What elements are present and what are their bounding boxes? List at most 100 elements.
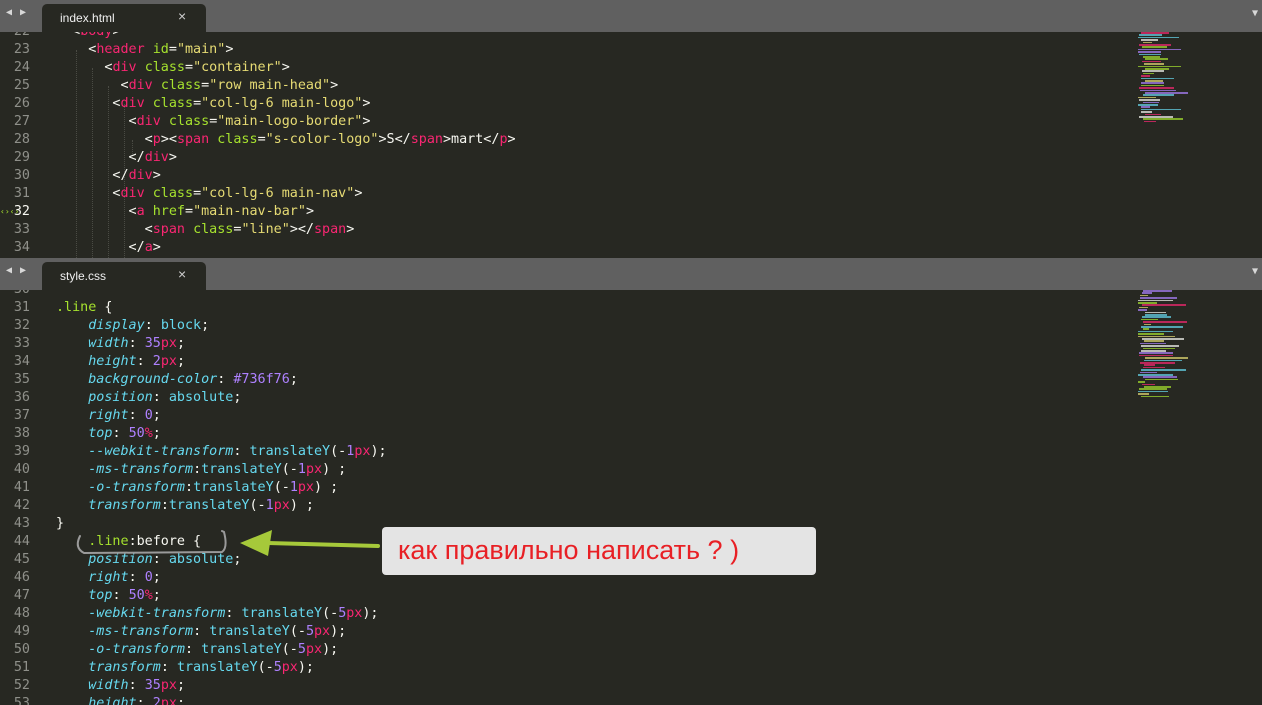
- code-line[interactable]: transform: translateY(-5px);: [56, 659, 314, 677]
- minimap-line: [1138, 335, 1175, 338]
- code-line[interactable]: right: 0;: [56, 569, 161, 587]
- tab-menu-chevron-down-icon[interactable]: ▼: [1252, 266, 1258, 277]
- code-line[interactable]: .line {: [56, 299, 112, 317]
- minimap-line: [1139, 53, 1161, 56]
- code-line[interactable]: </div>: [56, 167, 160, 185]
- annotation-text: как правильно написать ? ): [398, 535, 740, 565]
- minimap-line: [1142, 70, 1164, 72]
- code-line[interactable]: <div class="container">: [56, 59, 289, 77]
- minimap-line: [1138, 333, 1164, 335]
- code-line[interactable]: -ms-transform:translateY(-1px) ;: [56, 461, 346, 479]
- code-line[interactable]: <div class="col-lg-6 main-nav">: [56, 185, 362, 203]
- code-line[interactable]: top: 50%;: [56, 425, 161, 443]
- code-line[interactable]: <a href="main-nav-bar">: [56, 203, 314, 221]
- code-line[interactable]: -o-transform:translateY(-1px) ;: [56, 479, 338, 497]
- code-line[interactable]: </div>: [56, 149, 177, 167]
- code-line[interactable]: width: 35px;: [56, 677, 185, 695]
- tab-label: style.css: [60, 269, 107, 283]
- code-line[interactable]: width: 35px;: [56, 335, 185, 353]
- minimap[interactable]: [1136, 290, 1256, 398]
- code-line[interactable]: position: absolute;: [56, 389, 241, 407]
- minimap-line: [1143, 347, 1175, 350]
- tab-close-icon[interactable]: ×: [178, 266, 186, 282]
- line-number: 23: [13, 42, 30, 57]
- code-line[interactable]: </a>: [56, 239, 161, 257]
- minimap-line: [1145, 311, 1166, 314]
- minimap-line: [1140, 362, 1175, 364]
- code-line[interactable]: }: [56, 515, 64, 533]
- line-number: 42: [13, 498, 30, 513]
- minimap-line: [1138, 330, 1173, 333]
- minimap-line: [1141, 345, 1179, 347]
- code-line[interactable]: <body>: [56, 32, 120, 41]
- line-number: 52: [13, 678, 30, 693]
- minimap-line: [1139, 34, 1162, 36]
- code-area[interactable]: .line { display: block; width: 35px; hei…: [56, 290, 1126, 705]
- code-editor[interactable]: 3031 32 33 34 35 36 37 38 39 40 41 42 43 44 45 46 47 48 49…: [0, 290, 1262, 705]
- code-line[interactable]: -o-transform: translateY(-5px);: [56, 641, 338, 659]
- minimap-line: [1139, 99, 1160, 101]
- minimap-line: [1143, 118, 1183, 120]
- code-line[interactable]: <p><span class="s-color-logo">S</span>ma…: [56, 131, 516, 149]
- tab-nav-arrows[interactable]: ◀ ▶: [6, 265, 27, 276]
- minimap-line: [1144, 340, 1164, 342]
- code-line[interactable]: <div class="col-lg-6 main-logo">: [56, 95, 370, 113]
- code-line[interactable]: right: 0;: [56, 407, 161, 425]
- code-line[interactable]: <div class="main-logo-border">: [56, 113, 371, 131]
- minimap-line: [1145, 80, 1163, 82]
- tab-nav-arrows[interactable]: ◀ ▶: [6, 7, 27, 18]
- code-line[interactable]: <header id="main">: [56, 41, 233, 59]
- minimap-line: [1145, 357, 1188, 359]
- code-line[interactable]: height: 2px;: [56, 695, 185, 705]
- code-line[interactable]: --webkit-transform: translateY(-1px);: [56, 443, 386, 461]
- minimap-line: [1141, 350, 1166, 352]
- line-number: 53: [13, 696, 30, 705]
- code-line[interactable]: transform:translateY(-1px) ;: [56, 497, 314, 515]
- line-number: 32: [13, 204, 30, 219]
- tab-index-html[interactable]: index.html ×: [42, 4, 206, 32]
- code-line[interactable]: height: 2px;: [56, 353, 185, 371]
- code-line[interactable]: position: absolute;: [56, 551, 241, 569]
- code-line[interactable]: .line:before {: [56, 533, 201, 551]
- code-line[interactable]: -ms-transform: translateY(-5px);: [56, 623, 346, 641]
- line-number: 33: [13, 336, 30, 351]
- code-line[interactable]: background-color: #736f76;: [56, 371, 298, 389]
- minimap-line: [1142, 46, 1167, 48]
- minimap-line: [1141, 106, 1150, 108]
- line-number: 50: [13, 642, 30, 657]
- minimap-line: [1144, 323, 1151, 326]
- minimap-line: [1138, 65, 1181, 68]
- minimap-line: [1145, 314, 1167, 316]
- line-number-gutter: 3031 32 33 34 35 36 37 38 39 40 41 42 43 44 45 46 47 48 49…: [0, 290, 48, 705]
- line-number: 31: [13, 300, 30, 315]
- line-number: 34: [13, 354, 30, 369]
- code-line[interactable]: <div class="row main-head">: [56, 77, 338, 95]
- editor-pane-index-html: ◀ ▶ index.html × ▼ ‹›‹› 2223242526272829…: [0, 0, 1262, 258]
- code-line[interactable]: -webkit-transform: translateY(-5px);: [56, 605, 378, 623]
- code-line[interactable]: <span class="line"></span>: [56, 221, 355, 239]
- minimap-line: [1143, 72, 1154, 75]
- minimap-line: [1141, 395, 1169, 398]
- tab-style-css[interactable]: style.css ×: [42, 262, 206, 290]
- editor-pane-style-css: ◀ ▶ style.css × ▼ 3031 32 33 34 35 36 37 38 39 40…: [0, 258, 1262, 705]
- line-number: 41: [13, 480, 30, 495]
- code-line[interactable]: display: block;: [56, 317, 209, 335]
- annotation-callout: как правильно написать ? ): [382, 527, 816, 575]
- line-number: 29: [13, 150, 30, 165]
- minimap-line: [1144, 120, 1156, 123]
- line-number-gutter: ‹›‹› 22232425262728293031323334: [0, 32, 48, 258]
- minimap-line: [1145, 378, 1178, 381]
- tab-menu-chevron-down-icon[interactable]: ▼: [1252, 8, 1258, 19]
- minimap-line: [1138, 104, 1158, 106]
- minimap[interactable]: [1136, 32, 1256, 132]
- tab-close-icon[interactable]: ×: [178, 8, 186, 24]
- minimap-line: [1141, 75, 1150, 77]
- minimap-line: [1140, 294, 1148, 297]
- code-area[interactable]: <body> <header id="main"> <div class="co…: [56, 32, 1126, 258]
- code-line[interactable]: top: 50%;: [56, 587, 161, 605]
- minimap-line: [1141, 108, 1181, 111]
- minimap-line: [1138, 302, 1157, 304]
- code-editor[interactable]: ‹›‹› 22232425262728293031323334 <body> <…: [0, 32, 1262, 258]
- minimap-line: [1138, 390, 1168, 393]
- minimap-line: [1139, 354, 1173, 357]
